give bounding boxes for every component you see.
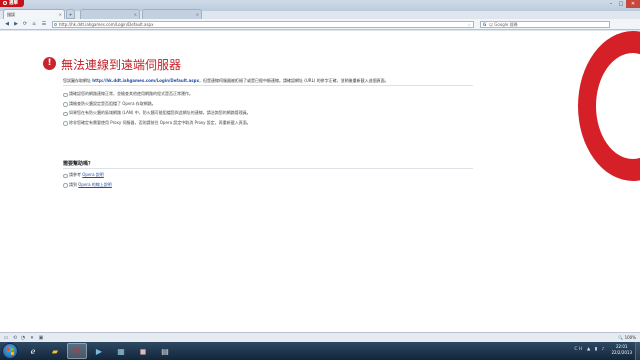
tab-background-2[interactable]: ✕ <box>142 9 202 19</box>
windows-logo-icon <box>7 348 14 355</box>
error-intro: 您試圖存取網址 http://hk.ddt.iahgames.com/Login… <box>63 78 389 84</box>
back-button[interactable]: ◀ <box>3 21 11 28</box>
speed-dial-icon[interactable]: ☰ <box>40 21 48 28</box>
maximize-button[interactable]: □ <box>616 0 626 8</box>
list-item: 請參考 Opera 說明 <box>63 172 112 182</box>
opera-logo-decoration <box>578 31 640 181</box>
opera-menu-button[interactable]: 選單 <box>0 0 24 7</box>
tab-close-icon[interactable]: ✕ <box>134 10 137 19</box>
help-list: 請參考 Opera 說明 請到 Opera 的線上說明 <box>63 172 112 191</box>
minimize-button[interactable]: – <box>606 0 616 8</box>
page-content: ! 無法連線到遠端伺服器 您試圖存取網址 http://hk.ddt.iahga… <box>0 31 640 332</box>
taskbar-opera-icon[interactable]: O <box>67 343 87 359</box>
list-item: 請檢查防火牆設定是否阻擋了 Opera 存取網路。 <box>63 101 251 111</box>
list-item: 如果您在有防火牆的區域網路 (LAN) 中，防火牆可能阻擋您與此網址的連線，請洽… <box>63 110 251 120</box>
error-title: 無法連線到遠端伺服器 <box>61 58 182 72</box>
help-prefix: 請參考 <box>69 172 81 177</box>
tips-list: 請確認您的網路連線正常，並檢查其他使用網路的程式是否正常運作。 請檢查防火牆設定… <box>63 91 251 129</box>
zoom-level[interactable]: 🔍 100% <box>618 334 636 341</box>
tab-strip: 錯誤 ✕ + ✕ ✕ <box>0 9 640 19</box>
intro-prefix: 您試圖存取網址 <box>63 78 91 83</box>
tab-background-1[interactable]: ✕ <box>80 9 140 19</box>
intro-url: http://hk.ddt.iahgames.com/Login/Default… <box>92 78 200 83</box>
taskbar-ie-icon[interactable]: ℯ <box>23 343 43 359</box>
clock-date: 22/2/2013 <box>611 350 632 355</box>
status-bar: ▭ ⟲ ◔ ▾ ▣ 🔍 100% <box>0 332 640 342</box>
intro-suffix: ，但是連線伺服器被拒絕了或是已經中斷連線。請確認網址 (URL) 的拼字正確，並… <box>199 78 389 83</box>
help-heading: 需要幫助嗎？ <box>63 161 94 167</box>
window-controls: – □ ✕ <box>606 0 640 8</box>
taskbar-media-icon[interactable]: ▶ <box>89 343 109 359</box>
divider <box>63 85 473 86</box>
divider <box>63 168 473 169</box>
tab-title: 錯誤 <box>7 12 15 17</box>
globe-icon <box>54 23 57 26</box>
taskbar: ℯ ▰ O ▶ ▦ ◼ ▤ CH ▲ ▮ ♪ 22:01 22/2/2013 <box>0 342 640 360</box>
list-item: 除非您確定有需要使用 Proxy 伺服器，否則請前往 Opera 設定中取消 P… <box>63 120 251 130</box>
reload-button[interactable]: ⟳ <box>21 21 29 28</box>
taskbar-app3-icon[interactable]: ▤ <box>155 343 175 359</box>
list-item: 請確認您的網路連線正常，並檢查其他使用網路的程式是否正常運作。 <box>63 91 251 101</box>
taskbar-app-icon[interactable]: ▦ <box>111 343 131 359</box>
tab-error[interactable]: 錯誤 ✕ <box>3 9 65 19</box>
address-value: http://hk.ddt.iahgames.com/Login/Default… <box>59 22 154 27</box>
opera-menu-label: 選單 <box>9 1 18 6</box>
tab-close-icon[interactable]: ✕ <box>59 10 62 19</box>
taskbar-folder-icon[interactable]: ▰ <box>45 343 65 359</box>
panel-toggle-icon[interactable]: ▭ <box>3 335 9 341</box>
search-field[interactable]: G 以 Google 搜尋 <box>480 21 610 28</box>
chevron-down-icon[interactable]: ▾ <box>29 335 35 341</box>
opera-help-link[interactable]: Opera 說明 <box>82 172 104 177</box>
home-button[interactable]: ⌂ <box>30 21 38 28</box>
google-icon: G <box>483 22 487 27</box>
tab-close-icon[interactable]: ✕ <box>196 10 199 19</box>
close-window-button[interactable]: ✕ <box>626 0 640 8</box>
error-icon: ! <box>43 57 56 70</box>
clock[interactable]: 22:01 22/2/2013 <box>611 344 632 356</box>
list-item: 請到 Opera 的線上說明 <box>63 182 112 192</box>
forward-button[interactable]: ▶ <box>12 21 20 28</box>
opera-logo-icon <box>3 0 7 5</box>
new-tab-button[interactable]: + <box>66 9 75 19</box>
help-prefix: 請到 <box>69 181 77 187</box>
system-tray[interactable]: CH ▲ ▮ ♪ <box>574 347 606 352</box>
address-toolbar: ◀ ▶ ⟳ ⌂ ☰ http://hk.ddt.iahgames.com/Log… <box>0 19 640 30</box>
start-button[interactable] <box>2 343 18 359</box>
turbo-icon[interactable]: ◔ <box>20 335 26 341</box>
zoom-value: 100% <box>624 335 636 340</box>
search-placeholder: 以 Google 搜尋 <box>489 22 518 27</box>
show-desktop-button[interactable] <box>635 342 640 360</box>
sync-icon[interactable]: ⟲ <box>12 335 18 341</box>
opera-online-help-link[interactable]: Opera 的線上說明 <box>78 182 112 187</box>
view-icon[interactable]: ▣ <box>38 335 44 341</box>
language-indicator[interactable]: CH <box>574 347 584 352</box>
bookmark-star-icon[interactable]: ☆ <box>467 22 471 27</box>
taskbar-app2-icon[interactable]: ◼ <box>133 343 153 359</box>
address-field[interactable]: http://hk.ddt.iahgames.com/Login/Default… <box>52 21 474 28</box>
